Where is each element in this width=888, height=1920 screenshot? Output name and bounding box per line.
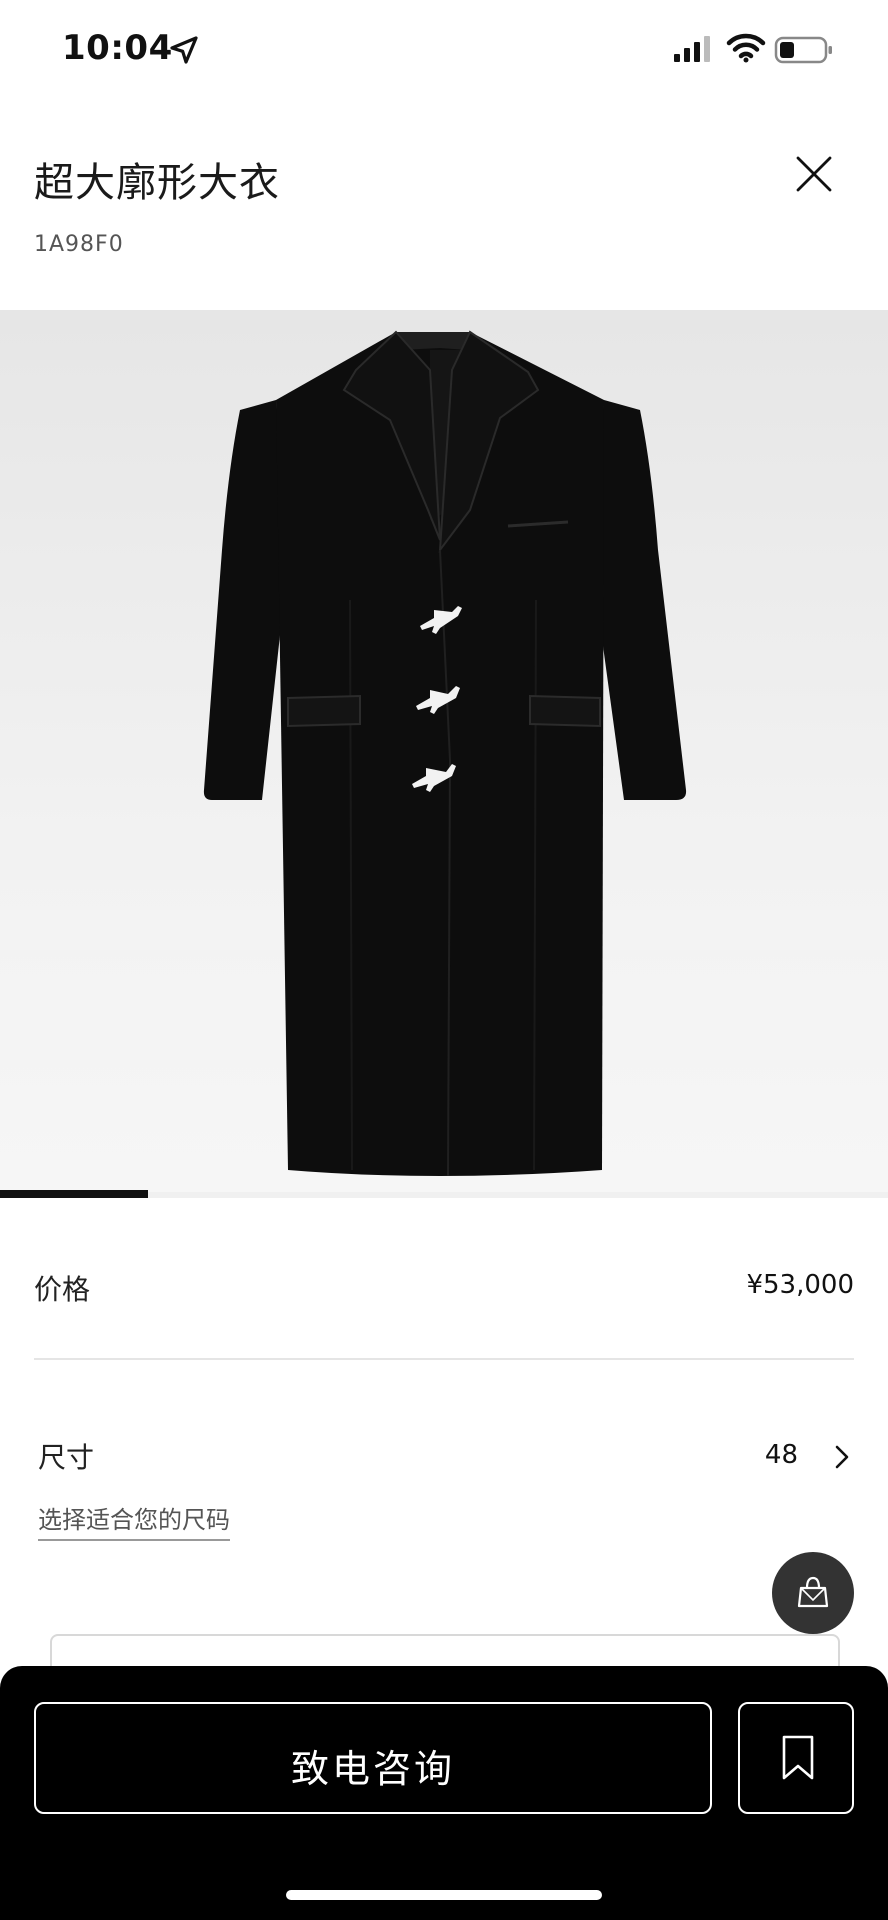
price-value: ¥53,000 — [746, 1270, 854, 1300]
status-time: 10:04 — [62, 28, 173, 68]
location-arrow-icon — [170, 36, 198, 64]
cellular-signal-icon — [674, 36, 710, 62]
price-label: 价格 — [34, 1273, 91, 1306]
divider — [34, 1358, 854, 1360]
bookmark-button[interactable] — [738, 1702, 854, 1814]
battery-icon — [774, 36, 832, 64]
close-icon[interactable] — [790, 150, 838, 198]
home-indicator — [286, 1890, 602, 1900]
shopping-bag-icon — [797, 1576, 829, 1608]
call-consultation-button[interactable]: 致电咨询 — [34, 1702, 712, 1814]
size-selector[interactable]: 尺寸 48 — [0, 1420, 888, 1490]
product-image[interactable] — [0, 310, 888, 1198]
carousel-indicator — [0, 1190, 148, 1198]
size-guide-link[interactable]: 选择适合您的尺码 — [38, 1500, 230, 1541]
size-value: 48 — [764, 1440, 798, 1470]
shopping-bag-button[interactable] — [772, 1552, 854, 1634]
coat-illustration — [203, 330, 687, 1177]
chevron-right-icon — [835, 1445, 849, 1469]
product-title: 超大廓形大衣 — [34, 160, 280, 206]
wifi-icon — [726, 33, 766, 63]
status-bar: 10:04 — [0, 0, 888, 100]
bookmark-icon — [782, 1735, 814, 1780]
product-sku: 1A98F0 — [34, 232, 124, 257]
size-label: 尺寸 — [38, 1441, 95, 1474]
call-consultation-label: 致电咨询 — [290, 1747, 455, 1791]
